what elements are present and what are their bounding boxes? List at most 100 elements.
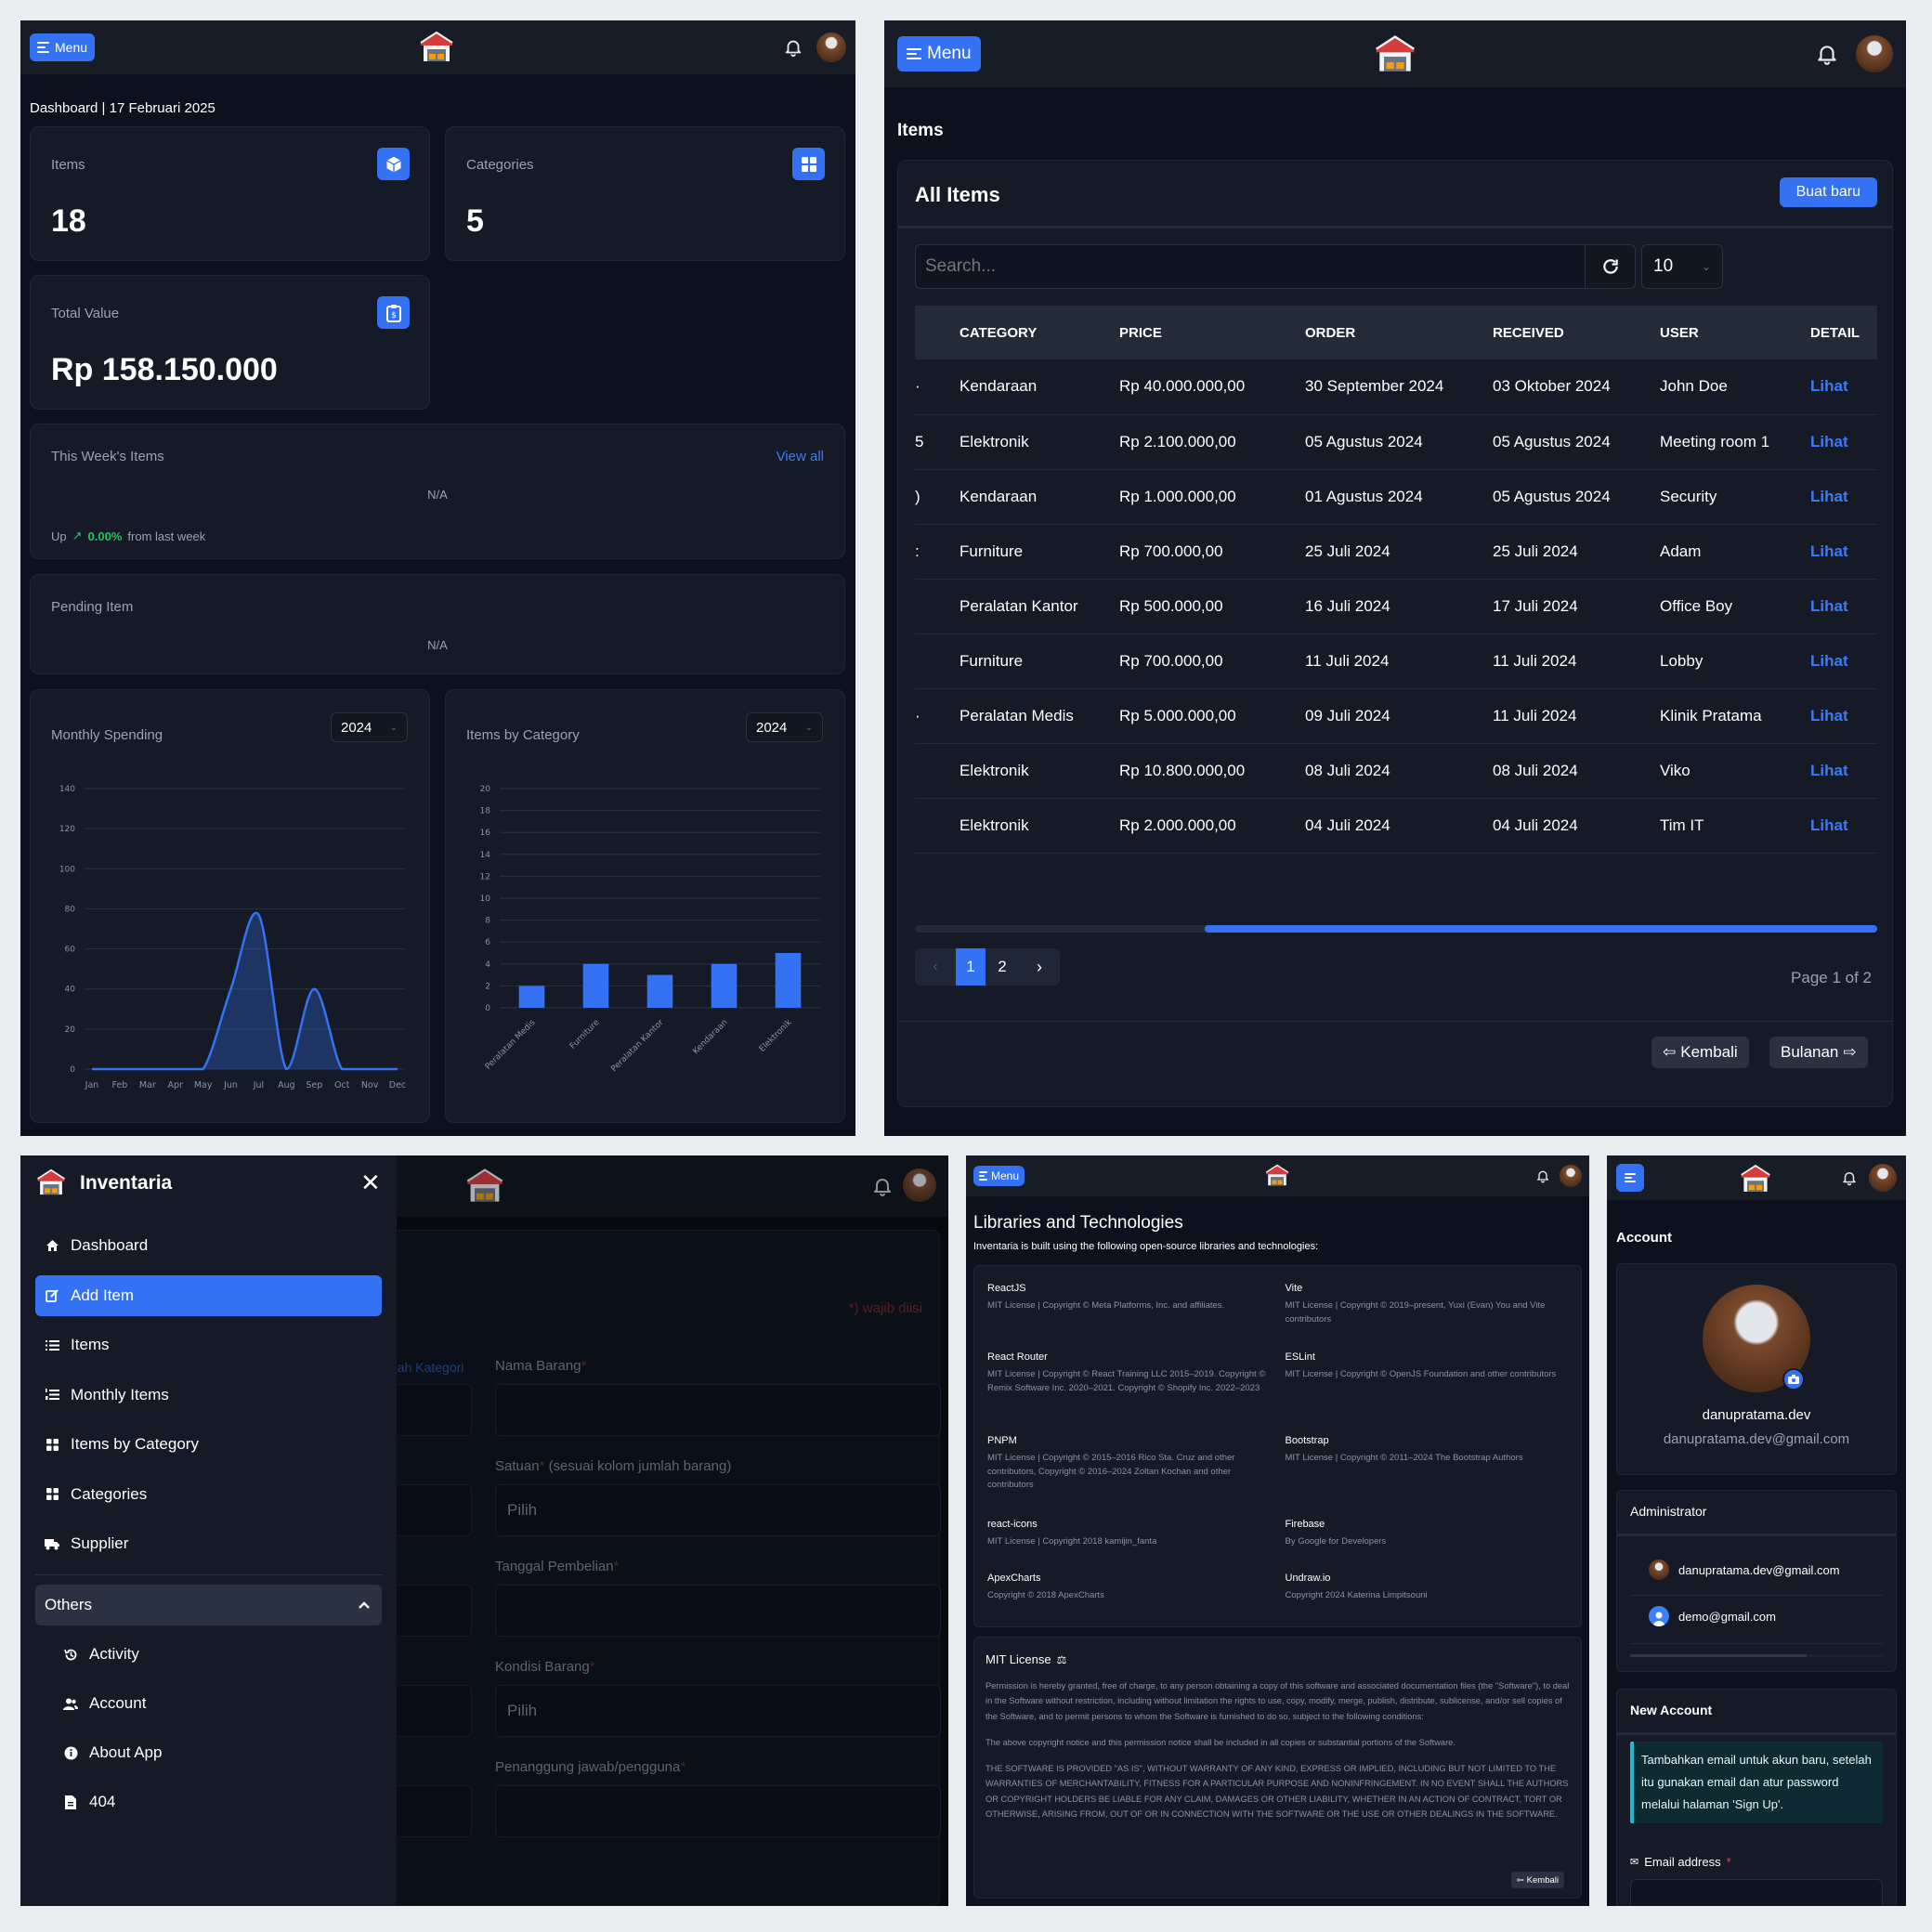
avatar[interactable]: [1560, 1165, 1582, 1187]
category-year-select[interactable]: 2024 ⌄: [746, 712, 823, 742]
table-row[interactable]: Elektronik Rp 2.000.000,00 04 Juli 2024 04 …: [915, 798, 1877, 853]
scrollbar-thumb[interactable]: [1205, 925, 1877, 933]
col-user[interactable]: USER: [1638, 306, 1788, 359]
add-category-link[interactable]: bah Kategori: [390, 1360, 463, 1375]
library-license: MIT License | Copyright © 2019–present, …: [1285, 1300, 1546, 1325]
sidebar-item-404[interactable]: 404: [35, 1782, 382, 1822]
admin-row[interactable]: danupratama.dev@gmail.com: [1649, 1560, 1840, 1580]
bell-icon[interactable]: [1535, 1168, 1550, 1183]
others-label: Others: [45, 1596, 93, 1613]
detail-link[interactable]: Lihat: [1788, 688, 1877, 743]
tanggal-input[interactable]: [495, 1585, 941, 1637]
menu-button[interactable]: [1616, 1164, 1644, 1192]
create-button[interactable]: Buat baru: [1779, 177, 1877, 207]
avatar[interactable]: [816, 33, 846, 62]
table-row[interactable]: : Furniture Rp 700.000,00 25 Juli 2024 25 Ju…: [915, 524, 1877, 579]
back-button[interactable]: ⇦ Kembali: [1651, 1037, 1749, 1068]
dashboard-panel: Menu Dashboard | 17 Februari 2025 Items …: [20, 20, 855, 1136]
menu-button[interactable]: Menu: [973, 1166, 1025, 1186]
avatar[interactable]: [1856, 35, 1893, 72]
avatar[interactable]: [903, 1168, 936, 1202]
table-row[interactable]: · Peralatan Medis Rp 5.000.000,00 09 Juli 2…: [915, 688, 1877, 743]
search-input[interactable]: [915, 244, 1586, 289]
others-toggle[interactable]: Others: [35, 1585, 382, 1625]
user-cell: Adam: [1660, 542, 1702, 560]
detail-link[interactable]: Lihat: [1788, 469, 1877, 524]
hamburger-icon: [37, 42, 49, 53]
camera-icon[interactable]: [1782, 1368, 1805, 1390]
detail-link[interactable]: Lihat: [1788, 743, 1877, 798]
detail-link[interactable]: Lihat: [1788, 359, 1877, 414]
table-row[interactable]: Peralatan Kantor Rp 500.000,00 16 Juli 202…: [915, 579, 1877, 633]
table-row[interactable]: Furniture Rp 700.000,00 11 Juli 2024 11 Jul…: [915, 633, 1877, 688]
sidebar-item-activity[interactable]: Activity: [35, 1634, 382, 1675]
new-account-card: New Account Tambahkan email untuk akun b…: [1616, 1689, 1897, 1906]
page-1-button[interactable]: 1: [956, 948, 986, 986]
sidebar-item-monthly-items[interactable]: Monthly Items: [35, 1375, 382, 1416]
back-button[interactable]: ⇦ Kembali: [1510, 1872, 1564, 1888]
top-bar: Menu: [966, 1155, 1589, 1196]
app-logo[interactable]: [1373, 33, 1417, 73]
detail-link[interactable]: Lihat: [1788, 853, 1877, 863]
view-all-link[interactable]: View all: [777, 449, 824, 464]
col-detail[interactable]: DETAIL: [1788, 306, 1877, 359]
detail-link[interactable]: Lihat: [1788, 579, 1877, 633]
bell-icon[interactable]: [1815, 42, 1839, 66]
app-logo[interactable]: [418, 30, 455, 63]
col-received[interactable]: RECEIVED: [1470, 306, 1638, 359]
next-page-button[interactable]: ›: [1019, 948, 1060, 986]
table-row[interactable]: 5 Elektronik Rp 2.100.000,00 05 Agustus 202…: [915, 414, 1877, 469]
prev-page-button[interactable]: ‹: [915, 948, 956, 986]
next-view-button[interactable]: Bulanan ⇨: [1769, 1037, 1868, 1068]
app-logo[interactable]: [464, 1167, 505, 1204]
hamburger-icon: [907, 48, 921, 59]
sidebar-item-supplier[interactable]: Supplier: [35, 1523, 382, 1564]
monthly-year-select[interactable]: 2024 ⌄: [331, 712, 408, 742]
items-stat-value: 18: [51, 203, 86, 239]
refresh-button[interactable]: [1586, 244, 1636, 289]
app-logo[interactable]: [1739, 1163, 1772, 1194]
col-category[interactable]: CATEGORY: [937, 306, 1097, 359]
col-order[interactable]: ORDER: [1283, 306, 1470, 359]
table-row[interactable]: Elektronik Rp 10.800.000,00 08 Juli 2024 08…: [915, 743, 1877, 798]
table-row[interactable]: ) Kendaraan Rp 1.000.000,00 01 Agustus 2024…: [915, 469, 1877, 524]
bell-icon[interactable]: [871, 1175, 894, 1197]
sidebar-item-account[interactable]: Account: [35, 1683, 382, 1724]
detail-link[interactable]: Lihat: [1788, 633, 1877, 688]
sidebar-item-items-by-category[interactable]: Items by Category: [35, 1424, 382, 1465]
table-row[interactable]: ElektronikRp 3.000.000,0003 Juli 202408 …: [915, 853, 1877, 863]
detail-link[interactable]: Lihat: [1788, 414, 1877, 469]
admin-avatar: [1649, 1560, 1669, 1580]
sidebar-item-about-app[interactable]: About App: [35, 1732, 382, 1773]
admin-row[interactable]: demo@gmail.com: [1649, 1606, 1776, 1626]
sidebar-item-dashboard[interactable]: Dashboard: [35, 1225, 382, 1266]
horizontal-scrollbar[interactable]: [915, 925, 1877, 933]
penanggung-input[interactable]: [495, 1785, 941, 1837]
kondisi-select[interactable]: Pilih: [495, 1685, 941, 1737]
admin-scrollbar[interactable]: [1630, 1654, 1883, 1657]
col-price[interactable]: PRICE: [1097, 306, 1283, 359]
detail-link[interactable]: Lihat: [1788, 524, 1877, 579]
monthly-spending-chart: 0 20 40 60 80 100 120 140 Jan Feb Mar Apr May Jun Jul A…: [59, 785, 406, 1090]
page-2-button[interactable]: 2: [986, 948, 1019, 986]
sidebar-item-items[interactable]: Items: [35, 1325, 382, 1365]
nama-barang-input[interactable]: [495, 1384, 941, 1436]
required-note: *) wajib diisi: [848, 1300, 922, 1316]
mit-title-row: MIT License ⚖: [986, 1652, 1066, 1666]
bell-icon[interactable]: [1841, 1169, 1858, 1186]
new-email-input[interactable]: [1630, 1879, 1883, 1906]
list-icon: [45, 1338, 59, 1352]
close-icon[interactable]: ✕: [360, 1168, 381, 1197]
table-row[interactable]: · Kendaraan Rp 40.000.000,00 30 September 2…: [915, 359, 1877, 414]
sidebar-item-add-item[interactable]: Add Item: [35, 1274, 382, 1316]
detail-link[interactable]: Lihat: [1788, 798, 1877, 853]
menu-button[interactable]: Menu: [30, 33, 96, 61]
sidebar-item-categories[interactable]: Categories: [35, 1474, 382, 1515]
page-size-select[interactable]: 10 ⌄: [1641, 244, 1723, 289]
bell-icon[interactable]: [783, 37, 803, 58]
satuan-select[interactable]: Pilih: [495, 1484, 941, 1536]
avatar[interactable]: [1869, 1164, 1897, 1192]
menu-button[interactable]: Menu: [897, 36, 981, 72]
new-account-info: Tambahkan email untuk akun baru, setelah…: [1630, 1742, 1883, 1824]
app-logo[interactable]: [1264, 1163, 1290, 1187]
